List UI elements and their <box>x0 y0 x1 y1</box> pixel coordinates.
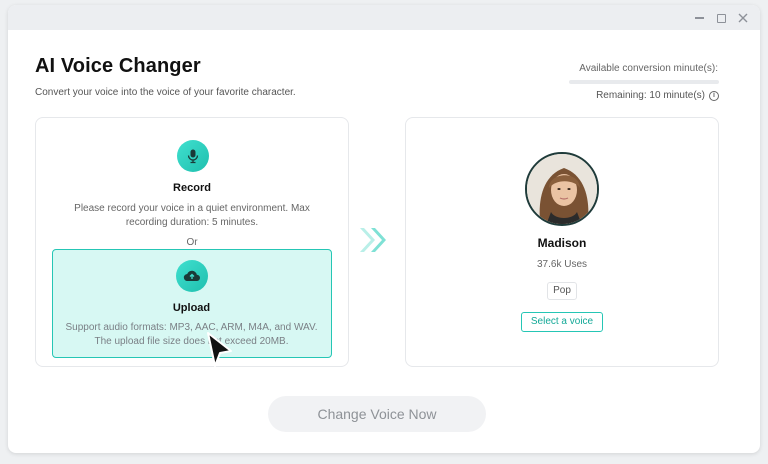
remaining-text: Remaining: 10 minute(s) <box>596 90 705 101</box>
voice-panel: Madison 37.6k Uses Pop Select a voice <box>405 117 719 367</box>
upload-dropzone[interactable]: Upload Support audio formats: MP3, AAC, … <box>52 249 332 358</box>
voice-uses: 37.6k Uses <box>536 259 588 270</box>
page-title: AI Voice Changer <box>35 55 201 77</box>
input-panel: Record Please record your voice in a qui… <box>35 117 349 367</box>
minimize-icon[interactable] <box>692 11 706 25</box>
record-button[interactable] <box>177 140 209 172</box>
genre-tag: Pop <box>547 282 577 300</box>
minutes-label: Available conversion minute(s): <box>579 63 718 74</box>
close-icon[interactable] <box>736 11 750 25</box>
upload-title: Upload <box>172 302 211 314</box>
remaining-minutes: Remaining: 10 minute(s) i <box>596 90 719 101</box>
or-divider: Or <box>186 237 198 248</box>
record-description: Please record your voice in a quiet envi… <box>74 203 310 228</box>
upload-description: Support audio formats: MP3, AAC, ARM, M4… <box>65 322 318 347</box>
select-voice-button[interactable]: Select a voice <box>521 312 603 332</box>
info-icon[interactable]: i <box>709 90 719 101</box>
page-subtitle: Convert your voice into the voice of you… <box>35 87 296 98</box>
voice-name: Madison <box>537 236 587 250</box>
maximize-icon[interactable] <box>714 11 728 25</box>
upload-button[interactable] <box>176 260 208 292</box>
voice-avatar <box>525 152 599 226</box>
change-voice-button[interactable]: Change Voice Now <box>268 396 486 432</box>
cloud-upload-icon <box>183 270 201 282</box>
record-title: Record <box>173 182 211 194</box>
minutes-progress-bar <box>569 80 719 84</box>
title-bar <box>8 5 760 30</box>
mouse-cursor-icon <box>207 332 232 367</box>
microphone-icon <box>187 149 199 164</box>
double-chevron-right-icon <box>360 228 386 252</box>
app-window: AI Voice Changer Convert your voice into… <box>8 5 760 453</box>
